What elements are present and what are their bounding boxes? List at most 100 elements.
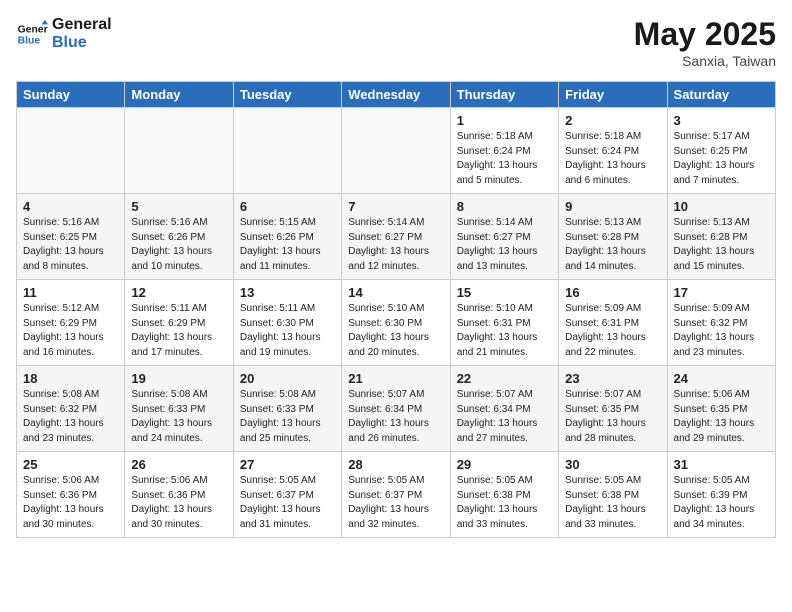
day-number: 9 — [565, 199, 660, 214]
day-number: 24 — [674, 371, 769, 386]
day-info: Sunrise: 5:14 AM Sunset: 6:27 PM Dayligh… — [457, 216, 552, 274]
day-number: 6 — [240, 199, 335, 214]
day-info: Sunrise: 5:05 AM Sunset: 6:37 PM Dayligh… — [348, 474, 443, 532]
calendar-cell: 23 Sunrise: 5:07 AM Sunset: 6:35 PM Dayli… — [559, 366, 667, 452]
calendar-cell: 19 Sunrise: 5:08 AM Sunset: 6:33 PM Dayli… — [125, 366, 233, 452]
calendar-cell: 31 Sunrise: 5:05 AM Sunset: 6:39 PM Dayli… — [667, 452, 775, 538]
day-info: Sunrise: 5:10 AM Sunset: 6:30 PM Dayligh… — [348, 302, 443, 360]
day-number: 5 — [131, 199, 226, 214]
day-number: 22 — [457, 371, 552, 386]
calendar-cell: 29 Sunrise: 5:05 AM Sunset: 6:38 PM Dayli… — [450, 452, 558, 538]
day-info: Sunrise: 5:17 AM Sunset: 6:25 PM Dayligh… — [674, 130, 769, 188]
day-number: 12 — [131, 285, 226, 300]
calendar-cell: 14 Sunrise: 5:10 AM Sunset: 6:30 PM Dayli… — [342, 280, 450, 366]
day-info: Sunrise: 5:11 AM Sunset: 6:30 PM Dayligh… — [240, 302, 335, 360]
logo-icon: General Blue — [16, 18, 48, 50]
day-info: Sunrise: 5:13 AM Sunset: 6:28 PM Dayligh… — [565, 216, 660, 274]
calendar-cell: 27 Sunrise: 5:05 AM Sunset: 6:37 PM Dayli… — [233, 452, 341, 538]
calendar-cell: 22 Sunrise: 5:07 AM Sunset: 6:34 PM Dayli… — [450, 366, 558, 452]
day-number: 20 — [240, 371, 335, 386]
day-number: 7 — [348, 199, 443, 214]
day-info: Sunrise: 5:18 AM Sunset: 6:24 PM Dayligh… — [565, 130, 660, 188]
day-number: 19 — [131, 371, 226, 386]
calendar-cell: 21Sunrise: 5:07 AM Sunset: 6:34 PM Dayli… — [342, 366, 450, 452]
day-info: Sunrise: 5:15 AM Sunset: 6:26 PM Dayligh… — [240, 216, 335, 274]
weekday-header-saturday: Saturday — [667, 82, 775, 108]
calendar-cell: 28 Sunrise: 5:05 AM Sunset: 6:37 PM Dayli… — [342, 452, 450, 538]
day-info: Sunrise: 5:05 AM Sunset: 6:38 PM Dayligh… — [565, 474, 660, 532]
day-number: 21 — [348, 371, 443, 386]
calendar-cell: 17 Sunrise: 5:09 AM Sunset: 6:32 PM Dayli… — [667, 280, 775, 366]
day-info: Sunrise: 5:06 AM Sunset: 6:36 PM Dayligh… — [131, 474, 226, 532]
day-info: Sunrise: 5:05 AM Sunset: 6:38 PM Dayligh… — [457, 474, 552, 532]
day-info: Sunrise: 5:14 AM Sunset: 6:27 PM Dayligh… — [348, 216, 443, 274]
day-number: 15 — [457, 285, 552, 300]
day-number: 30 — [565, 457, 660, 472]
day-info: Sunrise: 5:12 AM Sunset: 6:29 PM Dayligh… — [23, 302, 118, 360]
calendar-cell: 16Sunrise: 5:09 AM Sunset: 6:31 PM Dayli… — [559, 280, 667, 366]
day-number: 17 — [674, 285, 769, 300]
calendar-cell: 25 Sunrise: 5:06 AM Sunset: 6:36 PM Dayli… — [17, 452, 125, 538]
calendar-cell: 13Sunrise: 5:11 AM Sunset: 6:30 PM Dayli… — [233, 280, 341, 366]
svg-text:General: General — [18, 24, 48, 35]
day-info: Sunrise: 5:08 AM Sunset: 6:33 PM Dayligh… — [131, 388, 226, 446]
day-info: Sunrise: 5:08 AM Sunset: 6:33 PM Dayligh… — [240, 388, 335, 446]
weekday-header-wednesday: Wednesday — [342, 82, 450, 108]
day-number: 27 — [240, 457, 335, 472]
day-number: 2 — [565, 113, 660, 128]
calendar-week-row: 25 Sunrise: 5:06 AM Sunset: 6:36 PM Dayli… — [17, 452, 776, 538]
calendar-week-row: 4 Sunrise: 5:16 AM Sunset: 6:25 PM Daylig… — [17, 194, 776, 280]
day-info: Sunrise: 5:10 AM Sunset: 6:31 PM Dayligh… — [457, 302, 552, 360]
calendar-cell: 10Sunrise: 5:13 AM Sunset: 6:28 PM Dayli… — [667, 194, 775, 280]
day-info: Sunrise: 5:16 AM Sunset: 6:25 PM Dayligh… — [23, 216, 118, 274]
calendar-cell: 7 Sunrise: 5:14 AM Sunset: 6:27 PM Daylig… — [342, 194, 450, 280]
day-info: Sunrise: 5:07 AM Sunset: 6:35 PM Dayligh… — [565, 388, 660, 446]
calendar-cell: 6 Sunrise: 5:15 AM Sunset: 6:26 PM Daylig… — [233, 194, 341, 280]
day-number: 10 — [674, 199, 769, 214]
weekday-header-tuesday: Tuesday — [233, 82, 341, 108]
calendar-cell: 11 Sunrise: 5:12 AM Sunset: 6:29 PM Dayli… — [17, 280, 125, 366]
day-info: Sunrise: 5:05 AM Sunset: 6:37 PM Dayligh… — [240, 474, 335, 532]
calendar-table: SundayMondayTuesdayWednesdayThursdayFrid… — [16, 81, 776, 538]
day-info: Sunrise: 5:06 AM Sunset: 6:36 PM Dayligh… — [23, 474, 118, 532]
day-number: 4 — [23, 199, 118, 214]
day-info: Sunrise: 5:18 AM Sunset: 6:24 PM Dayligh… — [457, 130, 552, 188]
day-number: 14 — [348, 285, 443, 300]
calendar-cell: 12 Sunrise: 5:11 AM Sunset: 6:29 PM Dayli… — [125, 280, 233, 366]
day-number: 25 — [23, 457, 118, 472]
day-number: 26 — [131, 457, 226, 472]
calendar-cell — [17, 108, 125, 194]
calendar-week-row: 18 Sunrise: 5:08 AM Sunset: 6:32 PM Dayli… — [17, 366, 776, 452]
calendar-cell: 1Sunrise: 5:18 AM Sunset: 6:24 PM Daylig… — [450, 108, 558, 194]
day-info: Sunrise: 5:07 AM Sunset: 6:34 PM Dayligh… — [457, 388, 552, 446]
calendar-cell: 20 Sunrise: 5:08 AM Sunset: 6:33 PM Dayli… — [233, 366, 341, 452]
calendar-week-row: 11 Sunrise: 5:12 AM Sunset: 6:29 PM Dayli… — [17, 280, 776, 366]
day-number: 29 — [457, 457, 552, 472]
day-number: 23 — [565, 371, 660, 386]
day-number: 3 — [674, 113, 769, 128]
day-number: 28 — [348, 457, 443, 472]
weekday-header-thursday: Thursday — [450, 82, 558, 108]
day-info: Sunrise: 5:09 AM Sunset: 6:32 PM Dayligh… — [674, 302, 769, 360]
calendar-cell: 5Sunrise: 5:16 AM Sunset: 6:26 PM Daylig… — [125, 194, 233, 280]
day-info: Sunrise: 5:11 AM Sunset: 6:29 PM Dayligh… — [131, 302, 226, 360]
day-info: Sunrise: 5:06 AM Sunset: 6:35 PM Dayligh… — [674, 388, 769, 446]
day-info: Sunrise: 5:08 AM Sunset: 6:32 PM Dayligh… — [23, 388, 118, 446]
calendar-cell: 3 Sunrise: 5:17 AM Sunset: 6:25 PM Daylig… — [667, 108, 775, 194]
day-info: Sunrise: 5:05 AM Sunset: 6:39 PM Dayligh… — [674, 474, 769, 532]
calendar-cell: 2 Sunrise: 5:18 AM Sunset: 6:24 PM Daylig… — [559, 108, 667, 194]
calendar-cell: 9 Sunrise: 5:13 AM Sunset: 6:28 PM Daylig… — [559, 194, 667, 280]
day-info: Sunrise: 5:09 AM Sunset: 6:31 PM Dayligh… — [565, 302, 660, 360]
calendar-cell: 18 Sunrise: 5:08 AM Sunset: 6:32 PM Dayli… — [17, 366, 125, 452]
weekday-header-sunday: Sunday — [17, 82, 125, 108]
page-header: General Blue General Blue May 2025 Sanxi… — [16, 16, 776, 69]
day-number: 31 — [674, 457, 769, 472]
calendar-cell: 24 Sunrise: 5:06 AM Sunset: 6:35 PM Dayli… — [667, 366, 775, 452]
day-number: 18 — [23, 371, 118, 386]
day-number: 11 — [23, 285, 118, 300]
location: Sanxia, Taiwan — [634, 53, 776, 69]
calendar-cell: 15 Sunrise: 5:10 AM Sunset: 6:31 PM Dayli… — [450, 280, 558, 366]
calendar-cell — [125, 108, 233, 194]
svg-text:Blue: Blue — [18, 36, 41, 47]
calendar-cell — [342, 108, 450, 194]
